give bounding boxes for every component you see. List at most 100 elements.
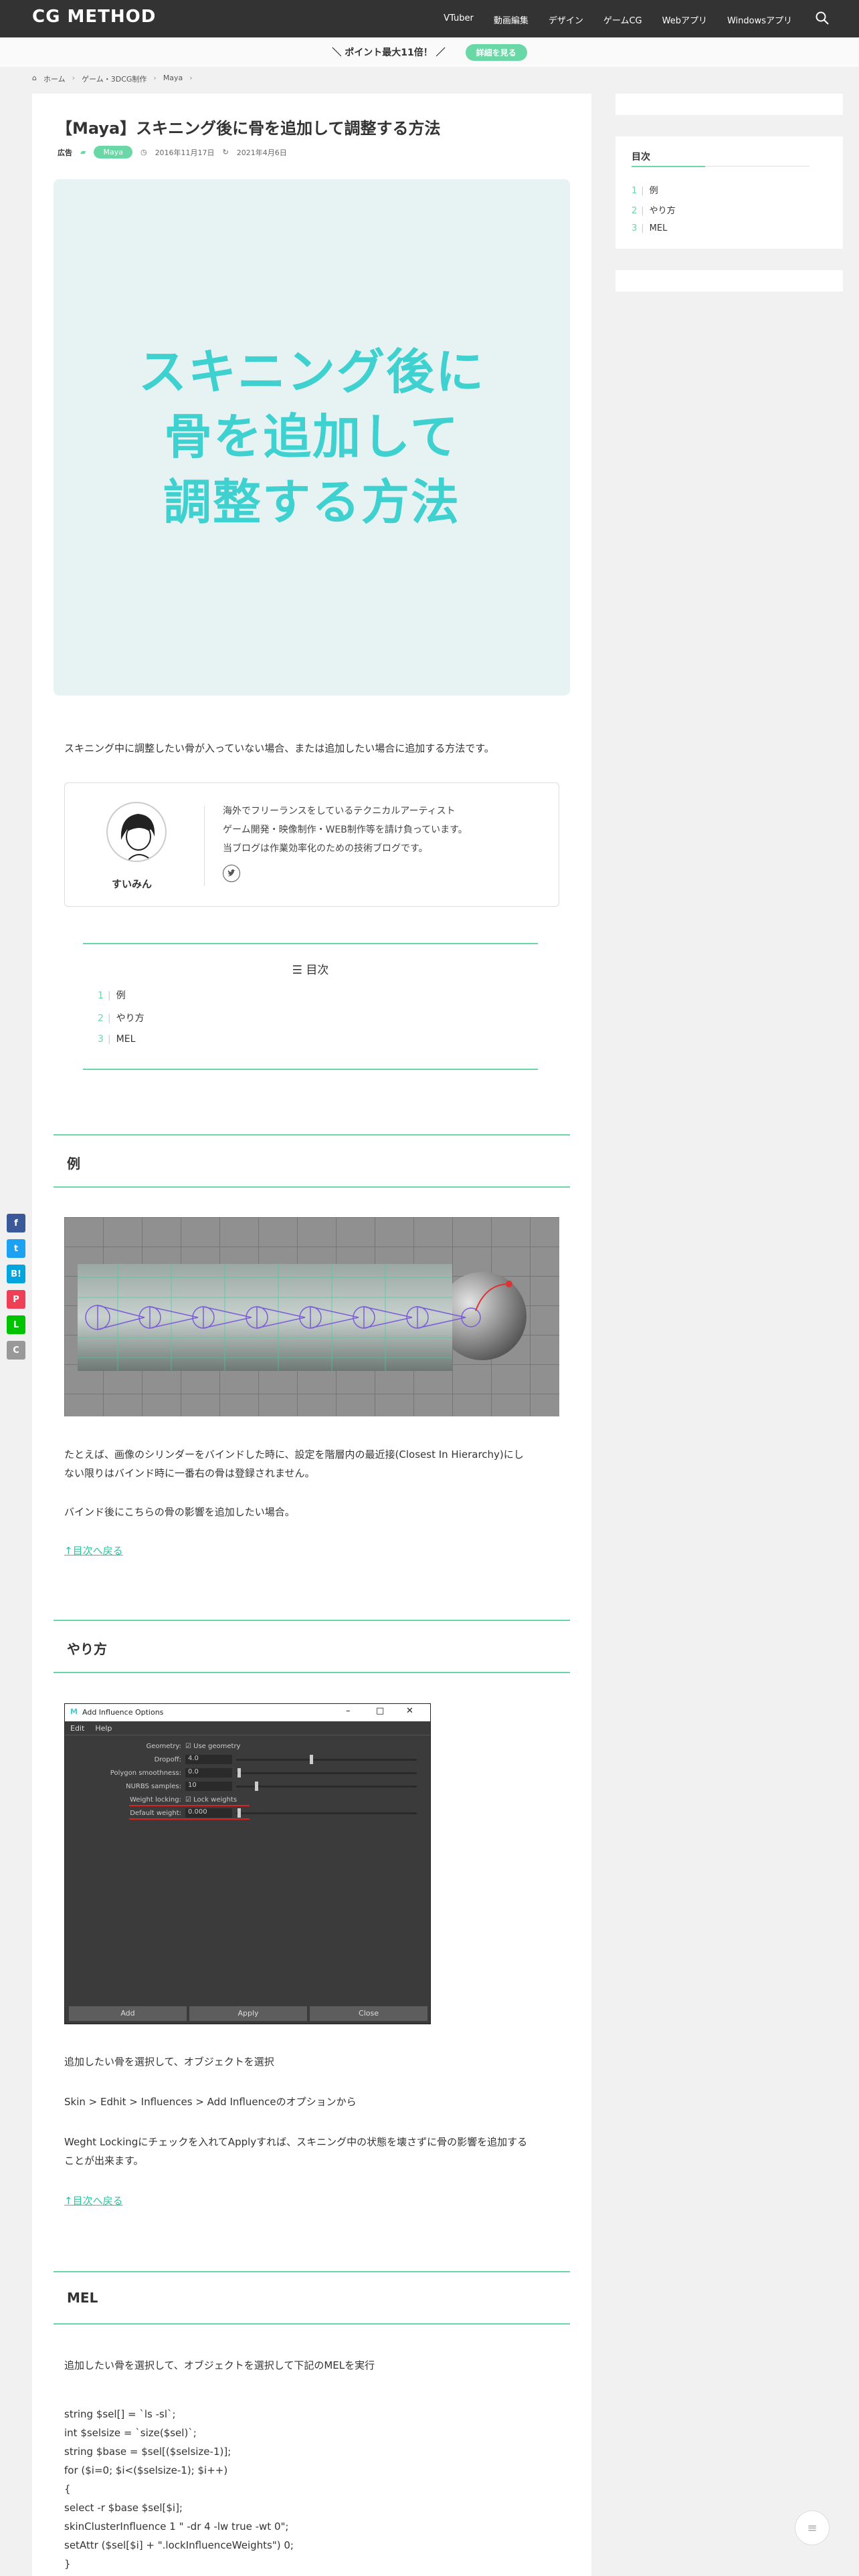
example-paragraph-2: バインド後にこちらの骨の影響を追加したい場合。 xyxy=(64,1506,295,1518)
toc-item-number: 3 xyxy=(632,223,638,233)
howto-paragraph-1: 追加したい骨を選択して、オブジェクトを選択 xyxy=(64,2056,274,2068)
author-profile: すいみん 海外でフリーランスをしているテクニカルアーティスト ゲーム開発・映像制… xyxy=(64,782,559,907)
toc-item-number: 3 xyxy=(98,1034,104,1045)
chevron-right-icon: › xyxy=(72,74,76,82)
twitter-share-icon[interactable]: t xyxy=(7,1239,25,1258)
sidebar-toc-item-mel[interactable]: 3 | MEL xyxy=(632,223,667,233)
line-share-icon[interactable]: L xyxy=(7,1315,25,1334)
dialog-slider xyxy=(236,1812,417,1814)
back-to-toc-link[interactable]: ↑目次へ戻る xyxy=(64,1543,123,1558)
howto-paragraph-2: Skin > Edhit > Influences > Add Influenc… xyxy=(64,2096,357,2108)
breadcrumb-home[interactable]: ホーム xyxy=(43,74,66,84)
dialog-row-label: Geometry: xyxy=(146,1743,181,1750)
back-to-toc-link[interactable]: ↑目次へ戻る xyxy=(64,2193,123,2208)
dialog-slider-handle xyxy=(255,1782,258,1791)
dialog-menu-edit: Edit xyxy=(70,1724,85,1733)
toc-item-label: 例 xyxy=(116,990,126,1001)
toc-item-separator: | xyxy=(641,206,644,216)
eyecatch-line-1: スキニング後に xyxy=(138,344,485,401)
dialog-row-value: 10 xyxy=(185,1782,232,1791)
toc-item-example[interactable]: 1 | 例 xyxy=(98,988,126,1002)
folder-icon: ▰ xyxy=(80,148,86,156)
hatena-bookmark-icon[interactable]: B! xyxy=(7,1265,25,1283)
toc-item-label: MEL xyxy=(116,1034,136,1045)
close-icon: ✕ xyxy=(406,1706,413,1716)
example-paragraph-1b: ない限りはバインド時に一番右の骨は登録されません。 xyxy=(64,1467,315,1479)
chevron-right-icon: › xyxy=(153,74,157,82)
toc-item-number: 1 xyxy=(632,186,638,196)
menu-icon[interactable]: ≡ xyxy=(795,2510,830,2545)
minimize-icon: – xyxy=(346,1706,351,1716)
article-card: 【Maya】スキニング後に骨を追加して調整する方法 広告 ▰ Maya ◷ 20… xyxy=(32,94,591,2576)
nav-windows-apps[interactable]: Windowsアプリ xyxy=(727,13,792,26)
sidebar-toc-accent-line xyxy=(632,166,705,167)
global-nav: VTuber 動画編集 デザイン ゲームCG Webアプリ Windowsアプリ xyxy=(444,13,792,26)
section-heading-mel: MEL xyxy=(54,2271,570,2325)
section-heading-label: やり方 xyxy=(67,1641,107,1657)
refresh-icon: ↻ xyxy=(222,148,229,156)
section-heading-example: 例 xyxy=(54,1134,570,1188)
toc-item-separator: | xyxy=(107,1034,111,1045)
dialog-row-value: 0.000 xyxy=(185,1808,232,1818)
toc-item-number: 1 xyxy=(98,990,104,1001)
toc-item-label: MEL xyxy=(649,223,668,233)
dialog-row-label: Polygon smoothness: xyxy=(110,1769,181,1777)
dialog-slider xyxy=(236,1786,417,1788)
dialog-row-value: ☑ Use geometry xyxy=(185,1743,241,1750)
article-meta: 広告 ▰ Maya ◷ 2016年11月17日 ↻ 2021年4月6日 xyxy=(58,146,287,158)
copy-link-icon[interactable]: C xyxy=(7,1341,25,1360)
breadcrumb-category[interactable]: ゲーム・3DCG制作 xyxy=(82,74,147,84)
dialog-close-button: Close xyxy=(310,2006,427,2021)
nav-game-cg[interactable]: ゲームCG xyxy=(603,13,642,26)
breadcrumb-maya[interactable]: Maya xyxy=(163,74,183,84)
dialog-row-label: Default weight: xyxy=(130,1810,181,1817)
clock-icon: ◷ xyxy=(140,148,147,156)
dialog-apply-button: Apply xyxy=(189,2006,307,2021)
highlight-underline xyxy=(129,1805,250,1806)
dialog-slider xyxy=(236,1772,417,1774)
notice-details-button[interactable]: 詳細を見る xyxy=(465,43,527,61)
dialog-row-label: Dropoff: xyxy=(154,1756,181,1763)
nav-design[interactable]: デザイン xyxy=(549,13,583,26)
sidebar-toc-item-example[interactable]: 1 | 例 xyxy=(632,183,658,196)
facebook-share-icon[interactable]: f xyxy=(7,1214,25,1232)
toc-item-number: 2 xyxy=(632,206,638,216)
mel-paragraph-1: 追加したい骨を選択して、オブジェクトを選択して下記のMELを実行 xyxy=(64,2359,375,2371)
sidebar-widget-empty xyxy=(615,270,843,292)
dialog-add-button: Add xyxy=(69,2006,187,2021)
nav-video-editing[interactable]: 動画編集 xyxy=(494,13,529,26)
profile-divider xyxy=(204,806,205,886)
maya-logo-icon: M xyxy=(70,1707,78,1716)
notice-text: ＼ ポイント最大11倍！ ／ xyxy=(332,47,446,58)
toc-item-howto[interactable]: 2 | やり方 xyxy=(98,1011,145,1025)
site-logo[interactable]: CG METHOD xyxy=(32,7,156,27)
dialog-row-value: ☑ Lock weights xyxy=(185,1796,237,1804)
pocket-icon[interactable]: P xyxy=(7,1290,25,1309)
published-date: 2016年11月17日 xyxy=(155,148,215,157)
breadcrumb: ⌂ ホーム › ゲーム・3DCG制作 › Maya › xyxy=(32,74,193,84)
author-bio-line: 海外でフリーランスをしているテクニカルアーティスト xyxy=(223,806,456,817)
sidebar-toc-item-howto[interactable]: 2 | やり方 xyxy=(632,203,676,216)
toc-title-label: 目次 xyxy=(306,964,329,977)
dialog-titlebar: M Add Influence Options – □ ✕ xyxy=(65,1704,430,1721)
intro-text: スキニング中に調整したい骨が入っていない場合、または追加したい場合に追加する方法… xyxy=(64,742,494,754)
dialog-title: Add Influence Options xyxy=(82,1708,164,1717)
toc-title: ☰ 目次 xyxy=(83,960,538,977)
section-heading-label: 例 xyxy=(67,1156,80,1172)
sidebar-toc-title: 目次 xyxy=(632,152,650,163)
author-bio: 海外でフリーランスをしているテクニカルアーティスト ゲーム開発・映像制作・WEB… xyxy=(223,802,468,858)
toc-item-mel[interactable]: 3 | MEL xyxy=(98,1034,135,1045)
category-tag[interactable]: Maya xyxy=(94,146,132,158)
search-icon[interactable] xyxy=(815,11,830,25)
toc-item-separator: | xyxy=(107,990,111,1001)
nav-vtuber[interactable]: VTuber xyxy=(444,13,474,26)
site-header: CG METHOD VTuber 動画編集 デザイン ゲームCG Webアプリ … xyxy=(0,0,859,37)
highlight-underline xyxy=(129,1818,250,1820)
twitter-icon[interactable] xyxy=(223,865,240,882)
dialog-row-label: NURBS samples: xyxy=(126,1783,181,1790)
dialog-slider-handle xyxy=(310,1755,313,1764)
dialog-slider-handle xyxy=(237,1768,241,1778)
nav-web-apps[interactable]: Webアプリ xyxy=(662,13,707,26)
dialog-slider-handle xyxy=(237,1808,241,1818)
ad-label: 広告 xyxy=(58,148,72,157)
